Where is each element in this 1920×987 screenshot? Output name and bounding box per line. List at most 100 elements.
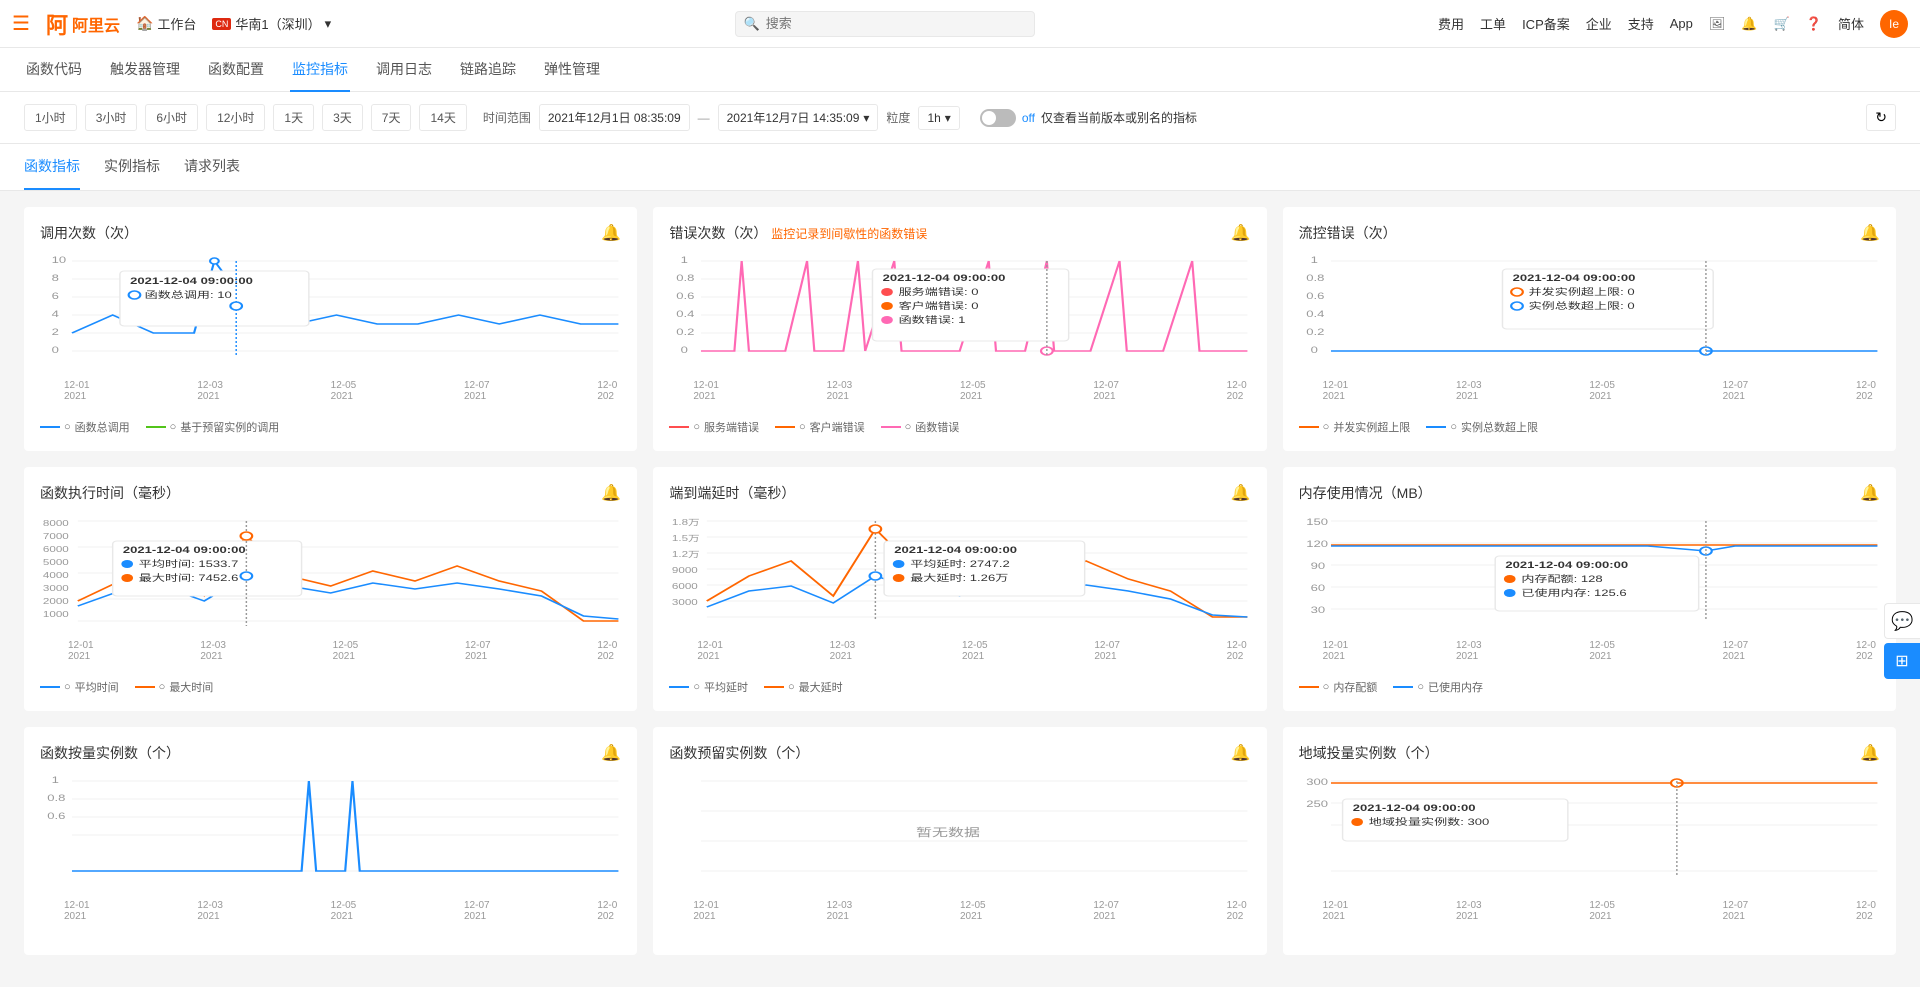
bell-icon[interactable]: 🔔 <box>1741 16 1757 32</box>
image-icon[interactable]: 🖼 <box>1709 16 1726 32</box>
subnav-monitoring[interactable]: 监控指标 <box>290 48 350 92</box>
end-time-picker[interactable]: 2021年12月7日 14:35:09 ▾ <box>718 104 879 131</box>
svg-text:0.6: 0.6 <box>677 292 695 302</box>
svg-text:0.6: 0.6 <box>47 812 65 822</box>
start-time[interactable]: 2021年12月1日 08:35:09 <box>539 104 690 131</box>
chart-latency: 端到端延时（毫秒） 🔔 1.8万 1.5万 1.2万 9000 6000 300… <box>653 467 1266 711</box>
menu-icon[interactable]: ☰ <box>12 11 30 36</box>
toggle-label: 仅查看当前版本或别名的指标 <box>1041 109 1197 126</box>
language-btn[interactable]: 简体 <box>1838 14 1864 33</box>
version-toggle[interactable] <box>980 109 1016 127</box>
tab-request-list[interactable]: 请求列表 <box>184 144 240 190</box>
charts-grid: 调用次数（次） 🔔 10 8 6 4 2 0 <box>24 207 1896 955</box>
time-14d[interactable]: 14天 <box>419 104 466 131</box>
svg-text:2021-12-04 09:00:00: 2021-12-04 09:00:00 <box>123 546 246 556</box>
tab-function-metrics[interactable]: 函数指标 <box>24 144 80 190</box>
svg-text:1.8万: 1.8万 <box>672 519 700 528</box>
svg-text:60: 60 <box>1310 584 1325 594</box>
search-box: 🔍 <box>735 11 1035 37</box>
app-link[interactable]: App <box>1670 16 1693 31</box>
apps-button[interactable]: ⊞ <box>1884 643 1920 679</box>
subnav-functions-code[interactable]: 函数代码 <box>24 48 84 92</box>
subnav-triggers[interactable]: 触发器管理 <box>108 48 182 92</box>
svg-text:8: 8 <box>52 274 59 284</box>
time-range-container: 时间范围 2021年12月1日 08:35:09 — 2021年12月7日 14… <box>483 104 879 131</box>
chart-invocations: 调用次数（次） 🔔 10 8 6 4 2 0 <box>24 207 637 451</box>
toolbar: 1小时 3小时 6小时 12小时 1天 3天 7天 14天 时间范围 2021年… <box>0 92 1920 144</box>
chart-regional-title: 地域投量实例数（个） <box>1299 743 1439 763</box>
svg-text:1: 1 <box>1310 256 1317 266</box>
tab-instance-metrics[interactable]: 实例指标 <box>104 144 160 190</box>
cart-icon[interactable]: 🛒 <box>1774 16 1790 32</box>
chat-button[interactable]: 💬 <box>1884 603 1920 639</box>
svg-text:服务端错误: 0: 服务端错误: 0 <box>899 286 979 297</box>
svg-text:0: 0 <box>681 346 688 356</box>
time-6h[interactable]: 6小时 <box>145 104 198 131</box>
svg-text:客户端错误: 0: 客户端错误: 0 <box>899 300 979 311</box>
time-1h[interactable]: 1小时 <box>24 104 77 131</box>
chart-instance-title: 函数按量实例数（个） <box>40 743 180 763</box>
svg-text:150: 150 <box>1306 518 1328 528</box>
time-7d[interactable]: 7天 <box>371 104 412 131</box>
chart-memory-bell[interactable]: 🔔 <box>1860 483 1880 503</box>
chart-errors-bell[interactable]: 🔔 <box>1231 223 1251 243</box>
svg-text:2021-12-04 09:00:00: 2021-12-04 09:00:00 <box>130 277 253 287</box>
exec-svg: 8000 7000 6000 5000 4000 3000 2000 1000 <box>40 511 621 641</box>
chart-throttle-bell[interactable]: 🔔 <box>1860 223 1880 243</box>
latency-svg: 1.8万 1.5万 1.2万 9000 6000 3000 <box>669 511 1250 641</box>
reserved-svg: 暂无数据 <box>669 771 1250 901</box>
svg-text:6000: 6000 <box>43 546 69 555</box>
svg-text:3000: 3000 <box>43 585 69 594</box>
cost-link[interactable]: 费用 <box>1438 14 1464 33</box>
time-3d[interactable]: 3天 <box>322 104 363 131</box>
subnav-config[interactable]: 函数配置 <box>206 48 266 92</box>
avatar[interactable]: Ie <box>1880 10 1908 38</box>
top-nav: ☰ 阿 阿里云 🏠 工作台 CN 华南1（深圳） ▾ 🔍 费用 工单 ICP备案… <box>0 0 1920 48</box>
chart-throttle-area: 1 0.8 0.6 0.4 0.2 0 2021-12-04 09:00:00 <box>1299 251 1880 411</box>
svg-text:90: 90 <box>1310 562 1325 572</box>
svg-text:1: 1 <box>681 256 688 266</box>
refresh-button[interactable]: ↻ <box>1866 104 1896 131</box>
help-icon[interactable]: ❓ <box>1806 16 1822 32</box>
chart-instance-bell[interactable]: 🔔 <box>601 743 621 763</box>
svg-text:2: 2 <box>52 328 59 338</box>
throttle-svg: 1 0.8 0.6 0.4 0.2 0 2021-12-04 09:00:00 <box>1299 251 1880 381</box>
chart-latency-bell[interactable]: 🔔 <box>1231 483 1251 503</box>
svg-text:平均时间: 1533.7: 平均时间: 1533.7 <box>139 559 239 569</box>
time-12h[interactable]: 12小时 <box>206 104 265 131</box>
ticket-link[interactable]: 工单 <box>1480 14 1506 33</box>
svg-text:250: 250 <box>1306 800 1328 810</box>
regional-svg: 300 250 2021-12-04 09:00:00 地域投量实例数: 300 <box>1299 771 1880 901</box>
region-selector[interactable]: CN 华南1（深圳） ▾ <box>212 14 331 33</box>
enterprise-link[interactable]: 企业 <box>1586 14 1612 33</box>
chart-regional-bell[interactable]: 🔔 <box>1860 743 1880 763</box>
toggle-container: off 仅查看当前版本或别名的指标 <box>980 109 1197 127</box>
time-1d[interactable]: 1天 <box>273 104 314 131</box>
workbench-btn[interactable]: 🏠 工作台 <box>136 14 196 33</box>
chart-errors-legend: ○ 服务端错误 ○ 客户端错误 ○ 函数错误 <box>669 419 1250 435</box>
subnav-logs[interactable]: 调用日志 <box>374 48 434 92</box>
chart-exec-bell[interactable]: 🔔 <box>601 483 621 503</box>
chart-regional-area: 300 250 2021-12-04 09:00:00 地域投量实例数: 300 <box>1299 771 1880 931</box>
chart-reserved-title: 函数预留实例数（个） <box>669 743 809 763</box>
search-input[interactable] <box>766 16 1026 31</box>
chart-memory-area: 150 120 90 60 30 <box>1299 511 1880 671</box>
chart-exec-area: 8000 7000 6000 5000 4000 3000 2000 1000 <box>40 511 621 671</box>
icp-link[interactable]: ICP备案 <box>1522 14 1570 33</box>
chart-throttle: 流控错误（次） 🔔 1 0.8 0.6 0.4 0.2 0 <box>1283 207 1896 451</box>
chart-reserved-bell[interactable]: 🔔 <box>1231 743 1251 763</box>
chart-errors-title: 错误次数（次） 监控记录到间歇性的函数错误 <box>669 223 927 243</box>
chart-invocations-bell[interactable]: 🔔 <box>601 223 621 243</box>
time-3h[interactable]: 3小时 <box>85 104 138 131</box>
subnav-trace[interactable]: 链路追踪 <box>458 48 518 92</box>
svg-text:6000: 6000 <box>672 583 698 592</box>
svg-text:平均延时: 2747.2: 平均延时: 2747.2 <box>911 559 1011 569</box>
logo[interactable]: 阿 阿里云 <box>46 8 120 40</box>
subnav-elastic[interactable]: 弹性管理 <box>542 48 602 92</box>
svg-text:8000: 8000 <box>43 520 69 529</box>
invocations-svg: 10 8 6 4 2 0 <box>40 251 621 381</box>
chart-errors: 错误次数（次） 监控记录到间歇性的函数错误 🔔 1 0.8 0.6 0.4 0.… <box>653 207 1266 451</box>
svg-text:实例总数超上限: 0: 实例总数超上限: 0 <box>1528 300 1634 311</box>
support-link[interactable]: 支持 <box>1628 14 1654 33</box>
granularity-select[interactable]: 1h ▾ <box>918 106 959 130</box>
